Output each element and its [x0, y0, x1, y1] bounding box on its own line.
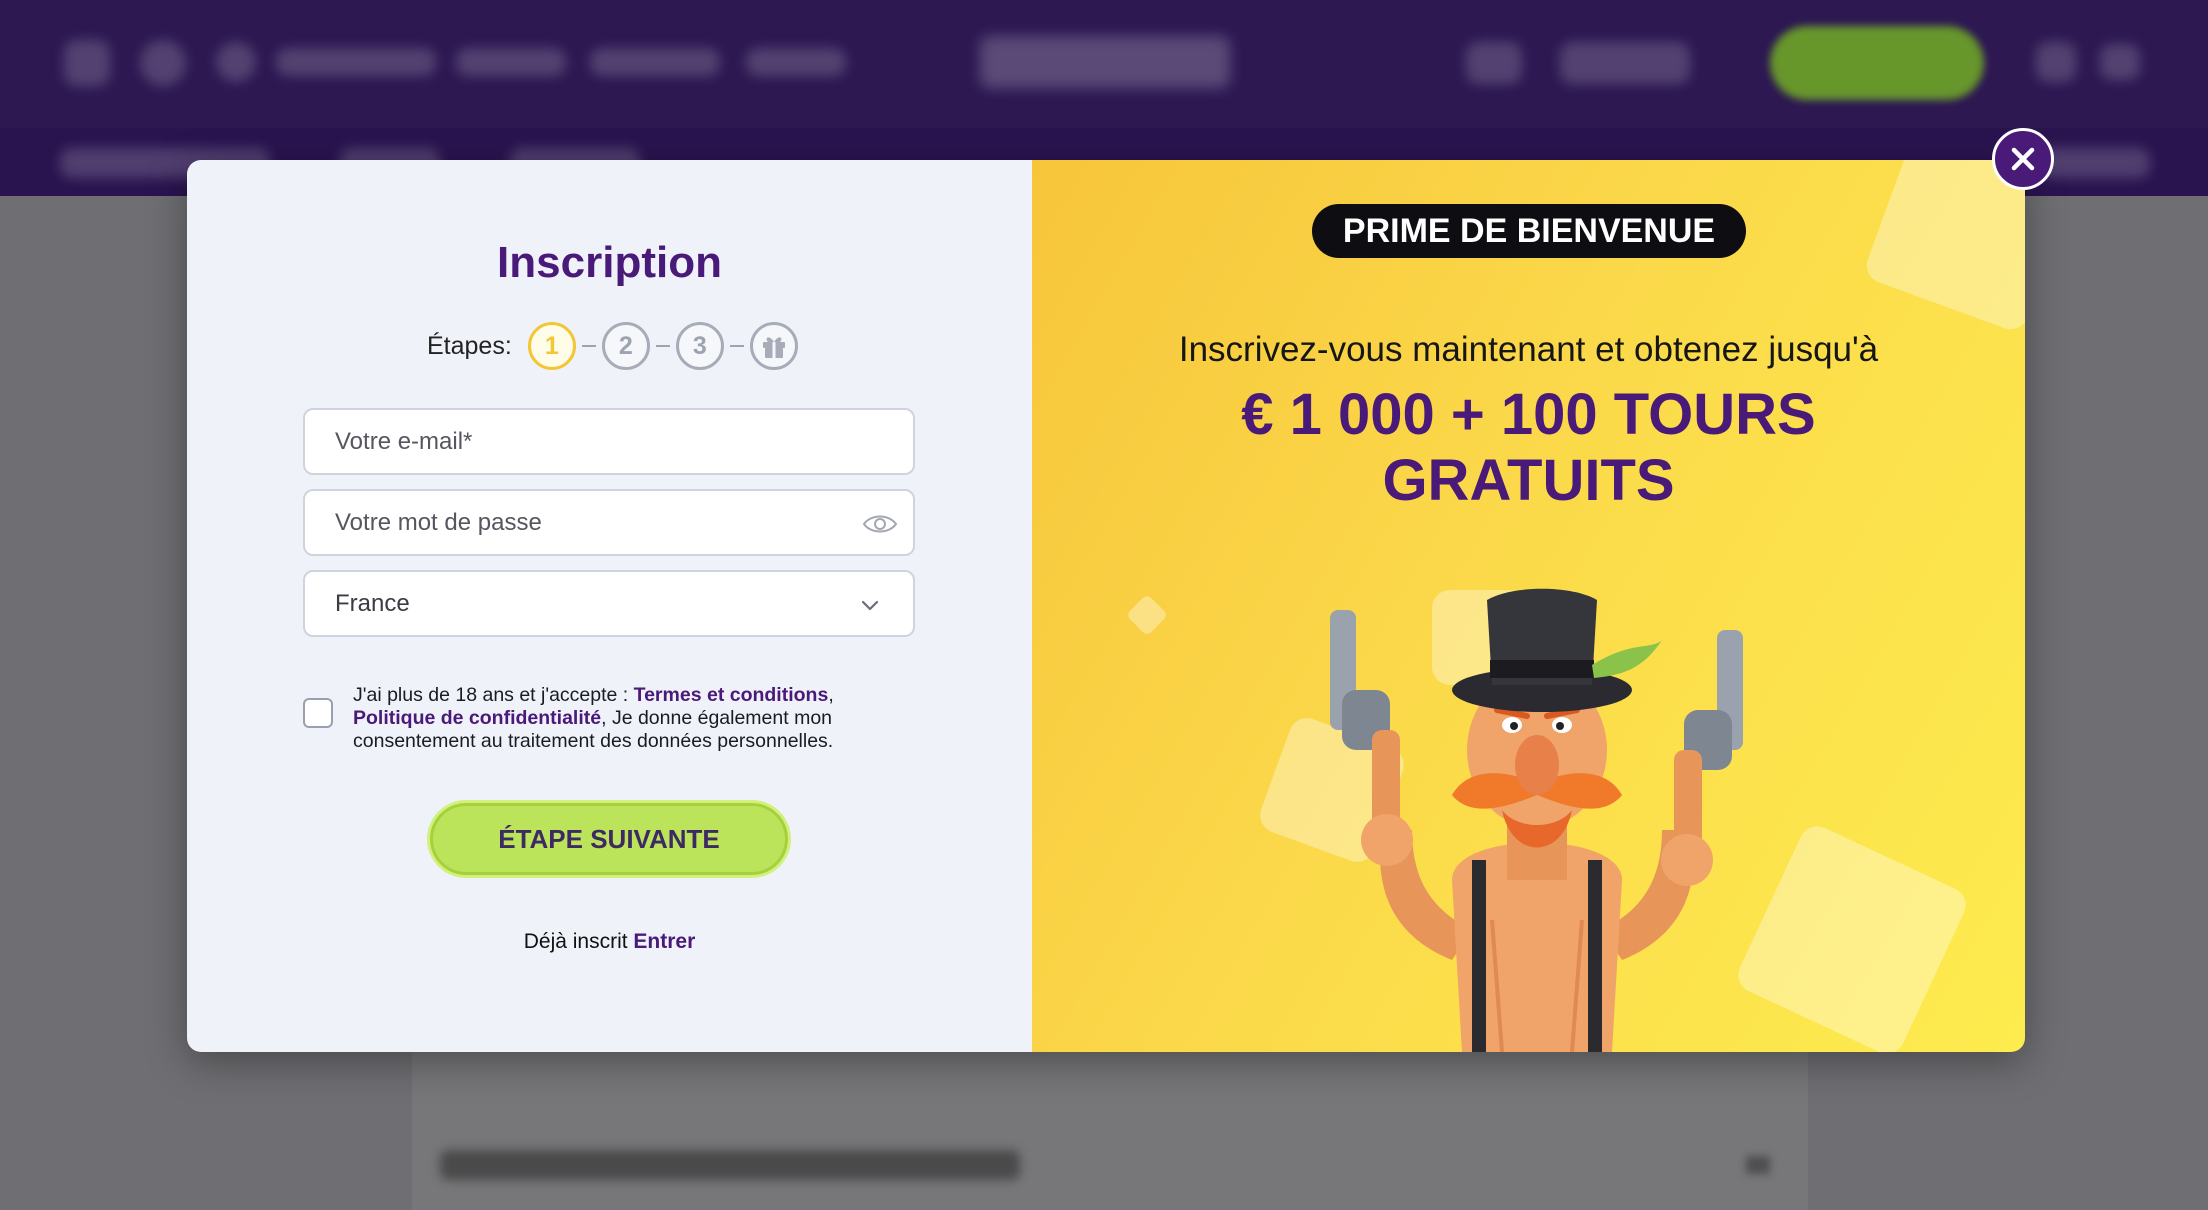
country-select-value: France	[335, 589, 410, 617]
password-field[interactable]	[303, 489, 915, 556]
registration-panel: Inscription Étapes: 1 2 3 Votre e-mail* …	[187, 160, 1032, 1052]
email-input[interactable]	[335, 427, 883, 456]
steps-label: Étapes:	[427, 331, 512, 360]
bg-chat-icon	[1466, 42, 1522, 84]
modal-title: Inscription	[497, 238, 722, 287]
gift-icon	[749, 322, 798, 370]
terms-text: J'ai plus de 18 ans et j'accepte : Terme…	[353, 684, 903, 753]
promo-subtitle: Inscrivez-vous maintenant et obtenez jus…	[1178, 330, 1879, 369]
step-separator	[655, 345, 670, 347]
bg-nav-link	[590, 48, 720, 76]
step-3: 3	[675, 322, 724, 370]
background-faq-question	[440, 1150, 1020, 1180]
bg-search-icon	[216, 42, 256, 82]
promo-amount-line1: € 1 000 + 100 TOURS	[1241, 382, 1816, 447]
email-field[interactable]	[303, 408, 915, 475]
registration-modal: Inscription Étapes: 1 2 3 Votre e-mail* …	[187, 160, 2025, 1052]
privacy-link[interactable]: Politique de confidentialité	[353, 707, 601, 729]
welcome-bonus-badge: PRIME DE BIENVENUE	[1312, 204, 1746, 258]
step-2: 2	[601, 322, 650, 370]
login-prefix: Déjà inscrit	[523, 930, 634, 953]
background-faq-card	[412, 1030, 1808, 1210]
eye-icon[interactable]	[861, 509, 899, 539]
bg-nav-link	[276, 48, 436, 76]
background-faq-chevron-icon	[1746, 1156, 1770, 1174]
bg-login-link	[1560, 42, 1690, 84]
bg-logo	[980, 36, 1230, 88]
next-step-button[interactable]: ÉTAPE SUIVANTE	[427, 800, 791, 878]
cowboy-mascot-illustration	[1330, 588, 1743, 1052]
bg-subnav-item	[2040, 148, 2150, 178]
step-separator	[729, 345, 744, 347]
bg-signup-button	[1770, 26, 1984, 100]
chevron-down-icon[interactable]	[859, 594, 881, 616]
terms-link[interactable]: Termes et conditions	[634, 684, 829, 706]
close-icon	[2011, 147, 2035, 171]
login-prompt: Déjà inscrit Entrer	[187, 930, 1032, 954]
step-separator	[581, 345, 596, 347]
terms-prefix: J'ai plus de 18 ans et j'accepte :	[353, 684, 634, 706]
bg-nav-link	[456, 48, 566, 76]
step-1: 1	[527, 322, 576, 370]
bg-flag-icon	[2036, 42, 2076, 82]
bg-nav-link	[746, 48, 846, 76]
terms-checkbox[interactable]	[303, 698, 333, 728]
bg-menu-icon	[64, 40, 110, 86]
close-modal-button[interactable]	[1992, 128, 2054, 190]
password-input[interactable]	[335, 508, 883, 537]
background-header	[0, 0, 2208, 128]
decor-square	[1125, 593, 1169, 637]
steps-indicator: Étapes: 1 2 3	[427, 322, 798, 370]
terms-consent: J'ai plus de 18 ans et j'accepte : Terme…	[303, 684, 903, 753]
bg-gift-icon	[140, 40, 186, 86]
terms-separator: ,	[828, 684, 834, 706]
country-select[interactable]: France	[303, 570, 915, 637]
promo-amount: € 1 000 + 100 TOURS GRATUITS	[1112, 382, 1945, 514]
login-link[interactable]: Entrer	[633, 930, 695, 953]
promo-amount-line2: GRATUITS	[1382, 448, 1675, 513]
bg-settings-icon	[2100, 44, 2140, 80]
decor-square	[1732, 820, 1972, 1052]
promo-panel: PRIME DE BIENVENUE Inscrivez-vous mainte…	[1032, 160, 2025, 1052]
decor-square	[1861, 160, 2025, 335]
